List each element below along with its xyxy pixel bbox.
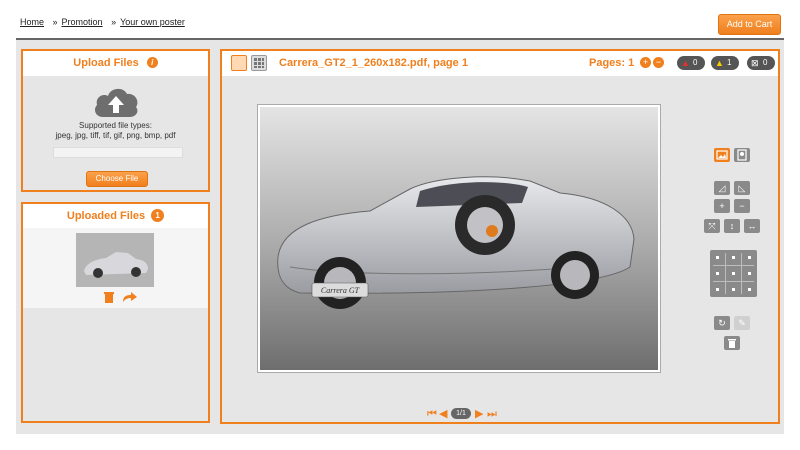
alignment-grid-icon	[713, 253, 754, 294]
fit-icon: ⤧	[708, 221, 716, 231]
current-page-indicator: 1/1	[451, 408, 471, 419]
supported-file-types: Supported file types: jpeg, jpg, tiff, t…	[23, 121, 208, 141]
warning-icon: ▲	[715, 58, 724, 68]
minus-icon: −	[739, 201, 745, 211]
zoom-out-button[interactable]: −	[734, 199, 750, 213]
upload-files-panel: Upload Files i Supported file types: jpeg…	[21, 49, 210, 192]
trash-icon[interactable]	[104, 292, 114, 303]
document-title: Carrera_GT2_1_260x182.pdf, page 1	[279, 57, 468, 69]
uploaded-file-actions	[104, 292, 137, 303]
vertical-arrows-icon: ↕	[729, 221, 735, 231]
plus-icon: +	[719, 201, 725, 211]
breadcrumb-separator: »	[111, 17, 117, 27]
fit-width-button[interactable]: ↔	[744, 219, 760, 233]
single-page-view-button[interactable]	[231, 55, 247, 71]
next-page-icon[interactable]: ▶	[475, 408, 483, 420]
flip-left-icon: ◿	[718, 183, 726, 193]
rotate-button[interactable]: ↻	[714, 316, 730, 330]
info-count: 0	[763, 58, 768, 67]
flip-right-icon: ◺	[738, 183, 746, 193]
add-page-icon[interactable]: +	[640, 57, 651, 68]
add-to-cart-button[interactable]: Add to Cart	[718, 14, 781, 35]
page-preview[interactable]: Carrera GT	[257, 104, 661, 373]
fit-height-button[interactable]: ↕	[724, 219, 740, 233]
portrait-orientation-button[interactable]	[734, 148, 750, 162]
supported-types: jpeg, jpg, tiff, tif, gif, png, bmp, pdf	[55, 131, 176, 140]
upload-files-header: Upload Files i	[23, 51, 208, 76]
upload-files-title: Upload Files	[73, 57, 139, 69]
info-icon[interactable]: i	[146, 57, 158, 68]
car-thumbnail-image	[76, 233, 154, 287]
breadcrumb-promotion[interactable]: Promotion	[62, 17, 103, 27]
info-count-badge[interactable]: ⊠ 0	[747, 56, 775, 70]
warning-count-badge[interactable]: ▲ 1	[711, 56, 739, 70]
breadcrumb: Home » Promotion » Your own poster	[20, 17, 185, 27]
grid-icon	[254, 58, 264, 68]
uploaded-file-thumbnail[interactable]	[76, 233, 154, 287]
breadcrumb-separator: »	[52, 17, 58, 27]
rotate-icon: ↻	[718, 318, 726, 328]
remove-page-icon[interactable]: −	[653, 57, 664, 68]
last-page-icon[interactable]: ⏭	[487, 408, 497, 420]
close-box-icon: ⊠	[751, 58, 759, 68]
uploaded-files-header: Uploaded Files 1	[23, 204, 208, 228]
uploaded-files-title: Uploaded Files	[66, 210, 146, 222]
first-page-icon[interactable]: ⏮	[427, 408, 437, 420]
fit-to-page-button[interactable]: ⤧	[704, 219, 720, 233]
flip-left-button[interactable]: ◿	[714, 181, 730, 195]
breadcrumb-your-own-poster[interactable]: Your own poster	[120, 17, 185, 27]
flip-right-button[interactable]: ◺	[734, 181, 750, 195]
image-icon	[716, 150, 728, 160]
top-bar: Home » Promotion » Your own poster Add to …	[0, 0, 800, 38]
choose-file-button[interactable]: Choose File	[86, 171, 148, 187]
file-progress-bar	[53, 147, 183, 158]
error-count: 0	[693, 58, 698, 67]
uploaded-files-panel: Uploaded Files 1	[21, 202, 210, 423]
error-count-badge[interactable]: ▲ 0	[677, 56, 705, 70]
car-preview-image: Carrera GT	[260, 107, 658, 370]
edit-icon: ✎	[738, 318, 746, 328]
license-plate-text: Carrera GT	[321, 286, 360, 295]
error-icon: ▲	[681, 58, 690, 68]
zoom-in-button[interactable]: +	[714, 199, 730, 213]
pages-count: Pages: 1	[589, 57, 635, 69]
page-navigation: ⏮ ◀ 1/1 ▶ ⏭	[427, 407, 507, 421]
uploaded-file-item	[23, 228, 208, 308]
portrait-icon	[737, 149, 747, 161]
supported-label: Supported file types:	[79, 121, 152, 130]
warning-count: 1	[727, 58, 732, 67]
edit-button[interactable]: ✎	[734, 316, 750, 330]
trash-icon	[728, 339, 736, 348]
previous-page-icon[interactable]: ◀	[439, 408, 447, 420]
alignment-grid[interactable]	[710, 250, 757, 297]
uploaded-count-badge: 1	[151, 209, 165, 222]
cloud-upload-icon	[95, 88, 138, 117]
horizontal-arrows-icon: ↔	[747, 221, 757, 231]
landscape-orientation-button[interactable]	[714, 148, 730, 162]
share-arrow-icon[interactable]	[123, 292, 137, 302]
delete-button[interactable]	[724, 336, 740, 350]
breadcrumb-home[interactable]: Home	[20, 17, 44, 27]
document-viewer-panel: Carrera_GT2_1_260x182.pdf, page 1 Pages:…	[220, 49, 780, 424]
viewer-header: Carrera_GT2_1_260x182.pdf, page 1 Pages:…	[222, 51, 778, 76]
grid-view-button[interactable]	[251, 55, 267, 71]
